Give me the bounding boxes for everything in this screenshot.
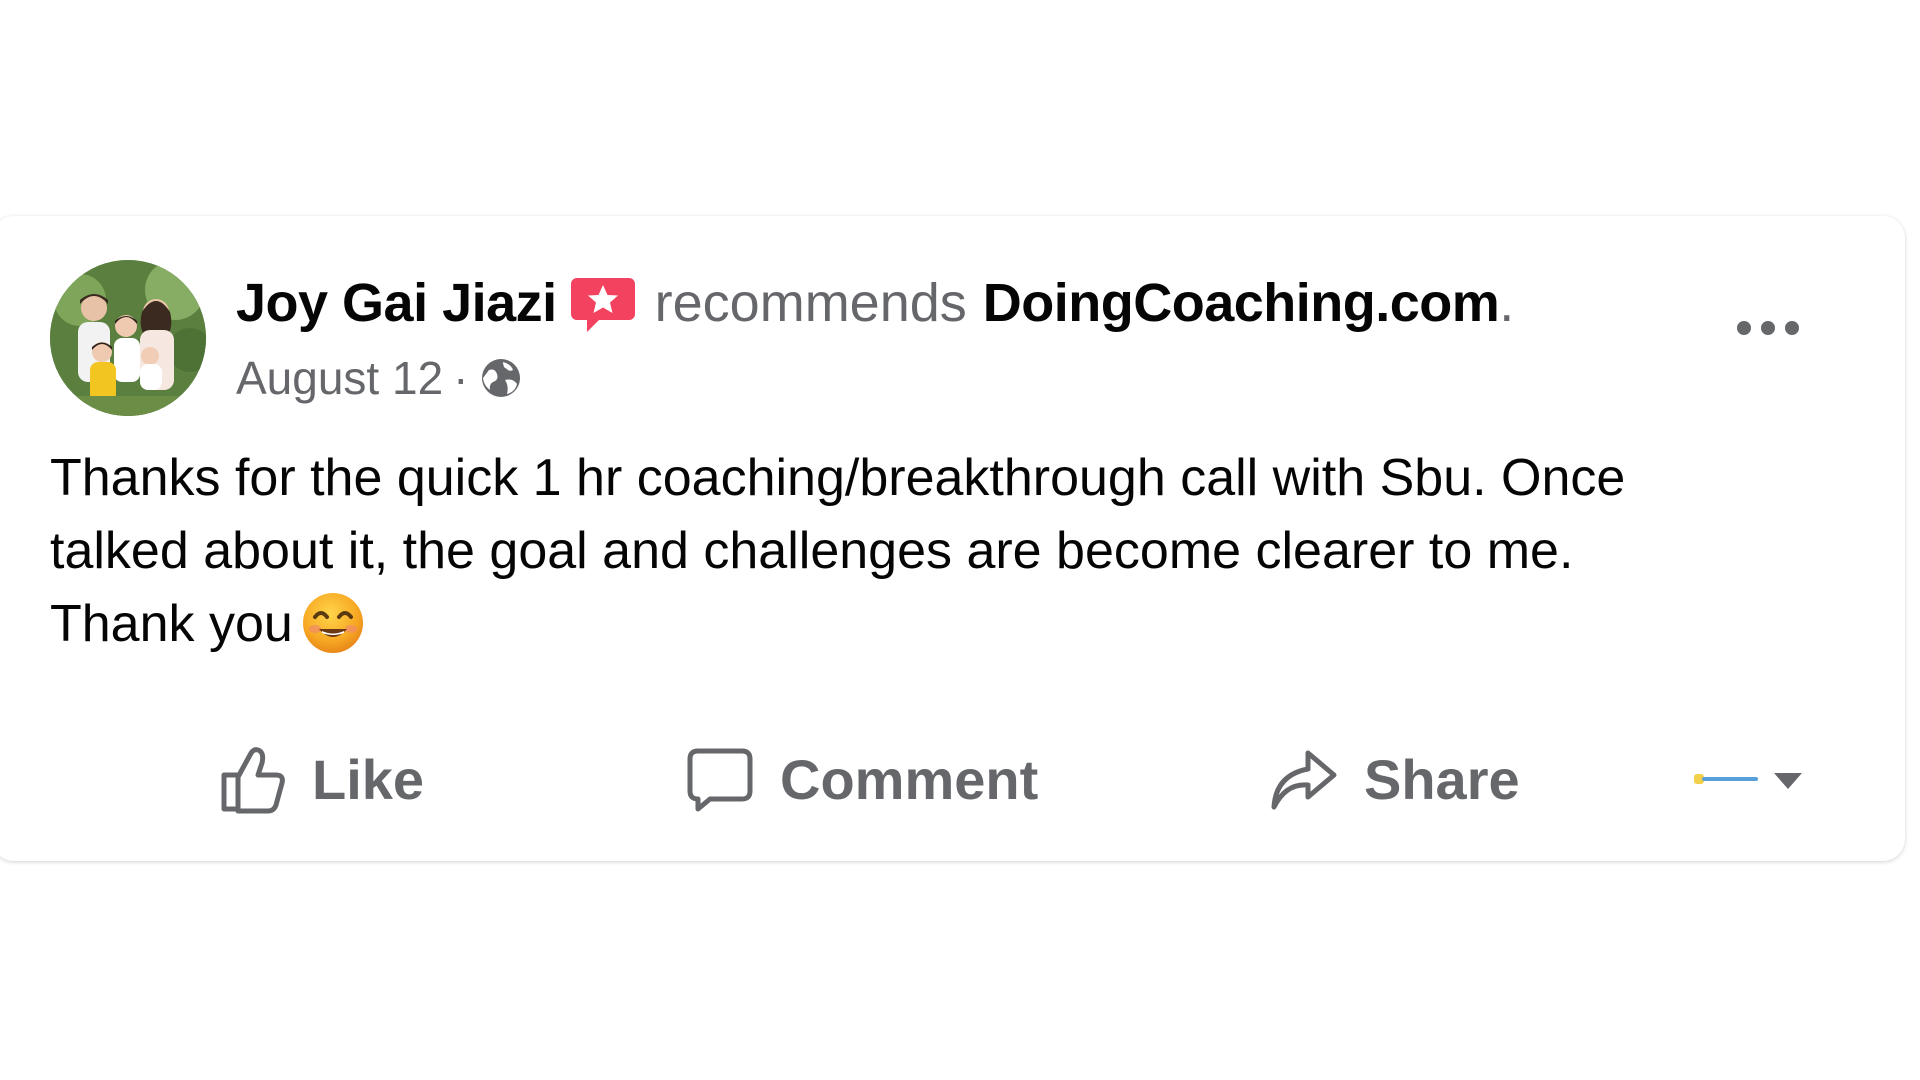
avatar-photo <box>50 260 206 416</box>
comment-label: Comment <box>780 747 1039 811</box>
post-date[interactable]: August 12 <box>236 351 443 405</box>
post-meta: August 12 · <box>236 348 523 408</box>
author-name[interactable]: Joy Gai Jiazi <box>236 272 557 334</box>
chevron-down-icon <box>1694 773 1802 789</box>
share-label: Share <box>1364 747 1520 811</box>
share-button[interactable]: Share <box>1268 724 1520 834</box>
recommended-page-link[interactable]: DoingCoaching.com <box>983 272 1500 334</box>
like-label: Like <box>312 747 425 811</box>
post-actions-bar: Like Comment Share <box>0 724 1905 834</box>
share-arrow-icon <box>1268 743 1340 815</box>
post-body: Thanks for the quick 1 hr coaching/break… <box>50 442 1830 661</box>
meta-separator: · <box>453 352 469 404</box>
recommends-verb: recommends <box>654 273 967 333</box>
globe-icon[interactable] <box>479 356 523 400</box>
author-avatar[interactable] <box>50 260 206 416</box>
more-options-button[interactable] <box>1732 308 1804 348</box>
post-body-text: Thanks for the quick 1 hr coaching/break… <box>50 449 1626 653</box>
post-card: Joy Gai Jiazi recommends DoingCoaching.c… <box>0 216 1905 861</box>
thumbs-up-icon <box>216 743 288 815</box>
post-header: Joy Gai Jiazi recommends DoingCoaching.c… <box>236 268 1514 338</box>
like-button[interactable]: Like <box>216 724 424 834</box>
recommendation-star-icon <box>570 276 635 334</box>
ellipsis-icon <box>1737 321 1799 335</box>
page: Joy Gai Jiazi recommends DoingCoaching.c… <box>0 0 1920 1080</box>
smiling-face-emoji-icon <box>301 591 365 655</box>
comment-bubble-icon <box>684 743 756 815</box>
header-period: . <box>1499 273 1515 333</box>
comment-button[interactable]: Comment <box>684 724 1038 834</box>
reaction-audience-dropdown[interactable] <box>1690 754 1810 804</box>
